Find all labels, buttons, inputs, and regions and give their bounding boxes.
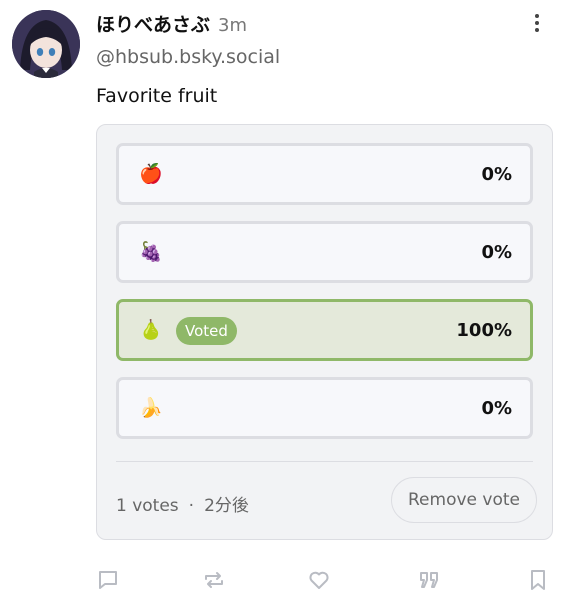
poll-option-percent: 0% [481, 398, 512, 419]
more-options-icon[interactable] [530, 14, 544, 36]
author-handle[interactable]: @hbsub.bsky.social [96, 46, 280, 68]
poll-deadline: 2分後 [204, 496, 249, 516]
bookmark-icon[interactable] [526, 568, 552, 594]
pear-emoji: 🍐 [139, 319, 163, 341]
poll-meta: 1 votes · 2分後 [116, 491, 249, 516]
poll-option-percent: 100% [456, 320, 512, 341]
voted-badge: Voted [176, 317, 237, 345]
post-text: Favorite fruit [96, 85, 218, 107]
author-name[interactable]: ほりべあさぶ [96, 14, 210, 36]
poll-divider [116, 461, 533, 462]
poll-option-percent: 0% [481, 242, 512, 263]
meta-separator: · [188, 496, 195, 516]
remove-vote-button[interactable]: Remove vote [391, 477, 537, 523]
poll-option-grapes[interactable]: 🍇 0% [116, 221, 533, 283]
apple-emoji: 🍎 [139, 163, 163, 185]
poll-option-percent: 0% [481, 164, 512, 185]
like-icon[interactable] [307, 568, 333, 594]
vote-count: 1 votes [116, 496, 179, 516]
poll-card: 🍎 0% 🍇 0% 🍐 Voted 100% 🍌 0% 1 votes · 2分後 … [96, 124, 553, 540]
avatar[interactable] [12, 10, 80, 78]
banana-emoji: 🍌 [139, 397, 163, 419]
grapes-emoji: 🍇 [139, 241, 163, 263]
post-actions [96, 568, 548, 594]
poll-option-banana[interactable]: 🍌 0% [116, 377, 533, 439]
reply-icon[interactable] [96, 568, 122, 594]
post-header: ほりべあさぶ 3m [96, 10, 573, 37]
quote-icon[interactable] [417, 568, 443, 594]
repost-icon[interactable] [202, 568, 228, 594]
poll-option-apple[interactable]: 🍎 0% [116, 143, 533, 205]
poll-option-pear[interactable]: 🍐 Voted 100% [116, 299, 533, 361]
post-time[interactable]: 3m [218, 15, 247, 36]
